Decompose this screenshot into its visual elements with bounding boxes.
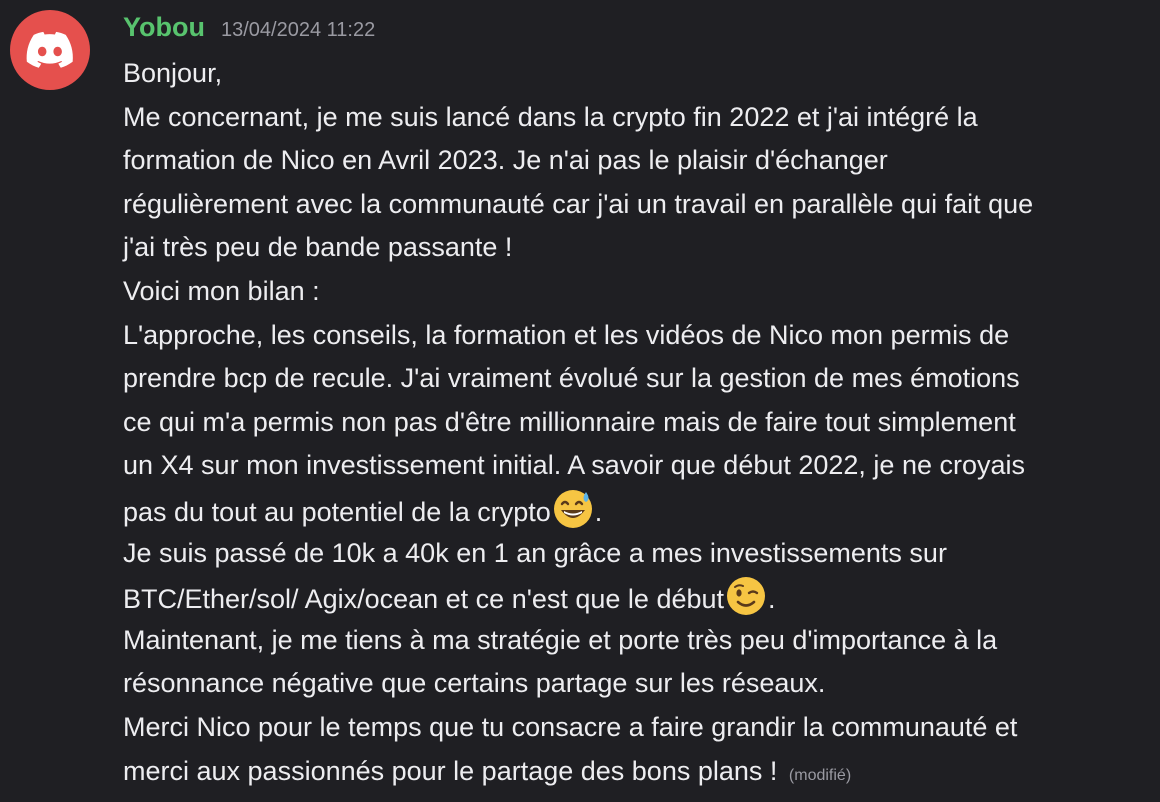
message-line: j'ai très peu de bande passante ! xyxy=(123,232,513,263)
message-line: L'approche, les conseils, la formation e… xyxy=(123,319,1010,350)
message-line: régulièrement avec la communauté car j'a… xyxy=(123,188,1034,219)
message-line: Maintenant, je me tiens à ma stratégie e… xyxy=(123,624,998,655)
message-text: merci aux passionnés pour le partage des… xyxy=(123,755,778,786)
message-text: . xyxy=(594,496,603,527)
message-line: prendre bcp de recule. J'ai vraiment évo… xyxy=(123,363,1020,394)
message-text: pas du tout au potentiel de la crypto xyxy=(123,496,551,527)
message-header: Yobou 13/04/2024 11:22 xyxy=(123,12,375,52)
message-line-last: merci aux passionnés pour le partage des… xyxy=(123,750,1153,794)
message-line: Merci Nico pour le temps que tu consacre… xyxy=(123,711,1018,742)
message-line-with-emoji: pas du tout au potentiel de la crypto . xyxy=(123,488,1153,532)
message-text: BTC/Ether/sol/ Agix/ocean et ce n'est qu… xyxy=(123,584,725,615)
avatar[interactable] xyxy=(10,10,90,90)
message-line: Je suis passé de 10k a 40k en 1 an grâce… xyxy=(123,537,947,568)
winking-face-emoji-icon[interactable] xyxy=(725,575,767,617)
timestamp[interactable]: 13/04/2024 11:22 xyxy=(221,19,375,42)
message-content: Bonjour, Me concernant, je me suis lancé… xyxy=(123,52,1153,793)
message-line: Bonjour, xyxy=(123,58,223,88)
message-line: ce qui m'a permis non pas d'être million… xyxy=(123,406,1016,437)
message-line: résonnance négative que certains partage… xyxy=(123,668,826,699)
grinning-sweat-emoji-icon[interactable] xyxy=(552,488,594,530)
username[interactable]: Yobou xyxy=(123,12,205,43)
edited-label: (modifié) xyxy=(788,766,852,784)
message-line: un X4 sur mon investissement initial. A … xyxy=(123,450,1026,481)
chat-message: Yobou 13/04/2024 11:22 Bonjour, Me conce… xyxy=(0,0,1160,802)
message-line: Me concernant, je me suis lancé dans la … xyxy=(123,101,978,132)
message-text: . xyxy=(768,584,776,615)
message-line: Voici mon bilan : xyxy=(123,275,320,306)
message-line-with-emoji: BTC/Ether/sol/ Agix/ocean et ce n'est qu… xyxy=(123,575,1153,619)
message-line: formation de Nico en Avril 2023. Je n'ai… xyxy=(123,145,888,176)
discord-logo-icon xyxy=(26,31,73,68)
